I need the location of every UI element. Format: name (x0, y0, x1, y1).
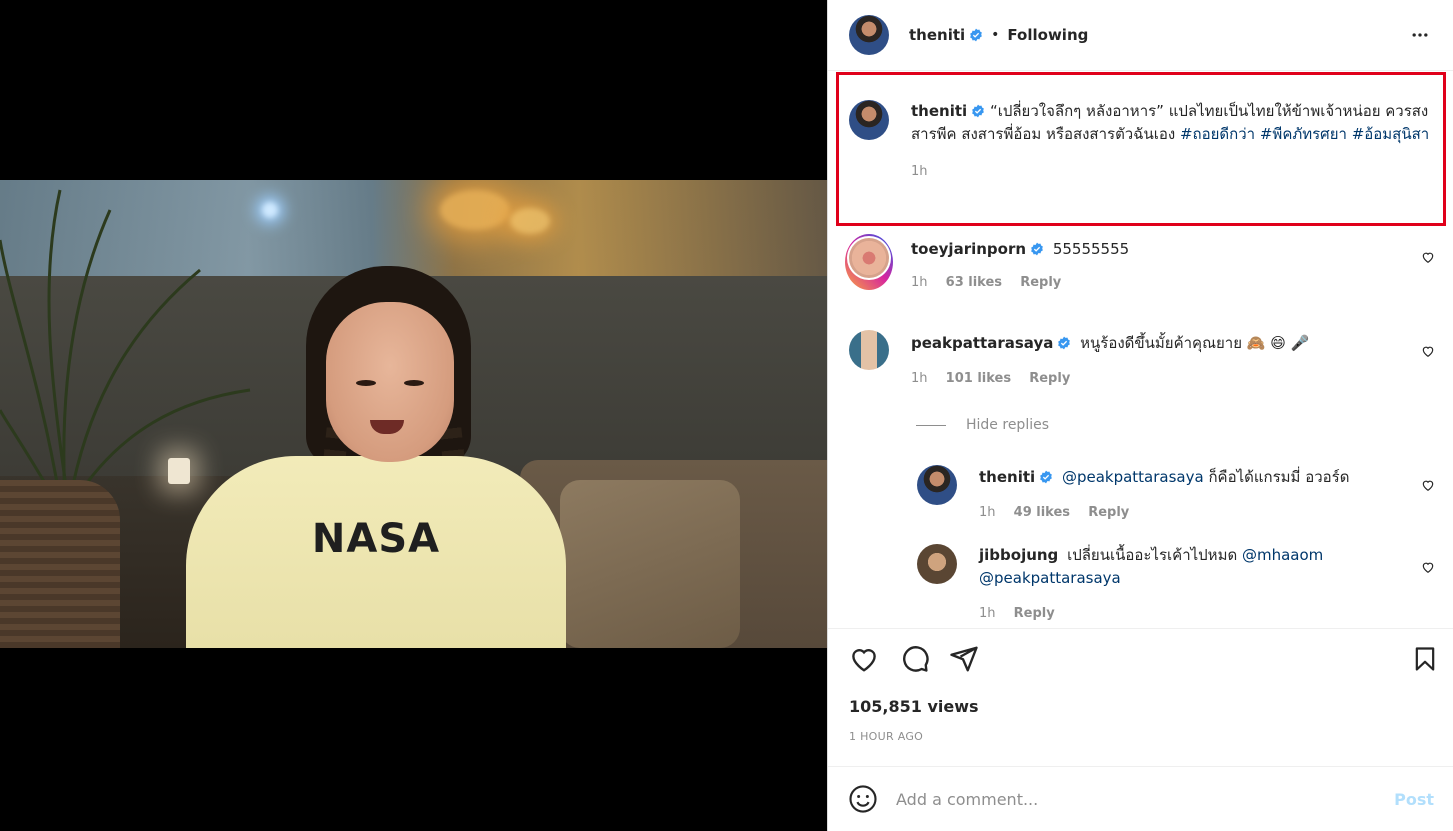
header-divider (828, 70, 1453, 71)
emoji-icon[interactable] (848, 784, 878, 814)
reply-text-block: theniti @peakpattarasaya ก็คือได้แกรมมี่… (979, 466, 1445, 489)
reply-scroll-clip: jibbojung เปลี่ยนเนื้ออะไรเค้าไปหมด @mha… (828, 540, 1453, 626)
reply-button[interactable]: Reply (1029, 371, 1070, 386)
hashtag-link[interactable]: #ถอยดีกว่า (1180, 125, 1255, 143)
post-header: theniti • Following (828, 0, 1453, 70)
hashtag-link[interactable]: #อ้อมสุนิสา (1352, 125, 1429, 143)
person-eye-right (404, 380, 424, 386)
video-pane[interactable]: NASA (0, 0, 827, 831)
comment-timestamp[interactable]: 1h (911, 275, 928, 290)
reply-item: jibbojung เปลี่ยนเนื้ออะไรเค้าไปหมด @mha… (917, 544, 1445, 621)
view-count[interactable]: 105,851 views (849, 697, 979, 716)
reply-meta: 1h Reply (979, 606, 1445, 621)
caption-text: “เปลี่ยวใจลึกๆ หลังอาหาร” แปลไทยเป็นไทยใ… (911, 102, 1429, 143)
reply-username[interactable]: jibbojung (979, 546, 1058, 564)
post-side-panel: theniti • Following theniti “เปลี่ยวใจลึ… (827, 0, 1453, 831)
post-comment-button[interactable]: Post (1394, 790, 1434, 809)
reply-button[interactable]: Reply (1020, 275, 1061, 290)
reply-text-block: jibbojung เปลี่ยนเนื้ออะไรเค้าไปหมด @mha… (979, 544, 1445, 590)
commenter-avatar[interactable] (849, 238, 889, 278)
sofa-cushion (560, 480, 740, 648)
commenter-avatar[interactable] (849, 330, 889, 370)
add-comment-bar: Post (828, 766, 1453, 831)
mention-link[interactable]: @mhaaom (1242, 546, 1323, 564)
caption-meta: 1h (911, 164, 1439, 179)
reply-likes[interactable]: 49 likes (1014, 505, 1070, 520)
person-mouth (370, 420, 404, 434)
replier-avatar[interactable] (917, 465, 957, 505)
reply-item: theniti @peakpattarasaya ก็คือได้แกรมมี่… (917, 465, 1445, 520)
verified-badge-icon (1058, 336, 1071, 350)
following-button[interactable]: Following (1007, 26, 1088, 44)
comment-text-block: toeyjarinporn 55555555 (911, 238, 1445, 261)
verified-badge-icon (1040, 470, 1052, 484)
caption-text-block: theniti “เปลี่ยวใจลึกๆ หลังอาหาร” แปลไทย… (911, 100, 1439, 146)
comment-timestamp[interactable]: 1h (911, 371, 928, 386)
caption-username[interactable]: theniti (911, 102, 967, 120)
reply-text: เปลี่ยนเนื้ออะไรเค้าไปหมด (1067, 546, 1238, 564)
share-send-icon[interactable] (949, 644, 979, 674)
hide-replies-line (916, 424, 946, 426)
comment-likes[interactable]: 101 likes (946, 371, 1011, 386)
author-avatar[interactable] (849, 15, 889, 55)
plant-pot (0, 480, 120, 648)
comment-item: toeyjarinporn 55555555 1h 63 likes Reply (845, 234, 1445, 290)
verified-badge-icon (970, 28, 982, 42)
reply-timestamp[interactable]: 1h (979, 606, 996, 621)
person-figure: NASA (186, 266, 566, 648)
post-timestamp[interactable]: 1 HOUR AGO (849, 730, 923, 743)
verified-badge-icon (1031, 242, 1043, 256)
comment-input[interactable] (896, 789, 1376, 809)
actions-divider (828, 628, 1453, 629)
video-frame[interactable]: NASA (0, 180, 827, 648)
like-heart-icon[interactable] (849, 644, 879, 674)
header-separator: • (991, 27, 1000, 43)
caption-author-avatar[interactable] (849, 100, 889, 140)
bookmark-icon[interactable] (1411, 644, 1439, 674)
reply-text: ก็คือได้แกรมมี่ อวอร์ด (1208, 468, 1350, 486)
person-eye-left (356, 380, 376, 386)
like-comment-icon[interactable] (1421, 478, 1435, 492)
caption-timestamp[interactable]: 1h (911, 164, 928, 179)
video-light-2 (440, 190, 510, 230)
comment-username[interactable]: peakpattarasaya (911, 334, 1053, 352)
comment-text: หนูร้องดีขึ้นมั้ยค้าคุณยาย 🙈 😄 🎤 (1080, 334, 1310, 352)
reply-username[interactable]: theniti (979, 468, 1035, 486)
author-username[interactable]: theniti (909, 26, 965, 44)
like-comment-icon[interactable] (1421, 250, 1435, 264)
verified-badge-icon (972, 104, 984, 118)
comment-username[interactable]: toeyjarinporn (911, 240, 1026, 258)
like-comment-icon[interactable] (1421, 344, 1435, 358)
video-light-3 (510, 208, 550, 234)
hide-replies-label: Hide replies (966, 417, 1050, 433)
reply-button[interactable]: Reply (1014, 606, 1055, 621)
mention-link[interactable]: @peakpattarasaya (1062, 468, 1204, 486)
replier-avatar[interactable] (917, 544, 957, 584)
story-ring[interactable] (845, 234, 893, 290)
comment-bubble-icon[interactable] (900, 644, 930, 674)
comment-item: peakpattarasaya หนูร้องดีขึ้นมั้ยค้าคุณย… (849, 330, 1445, 386)
comment-text: 55555555 (1052, 240, 1130, 258)
more-horizontal-icon[interactable] (1410, 25, 1430, 45)
comment-likes[interactable]: 63 likes (946, 275, 1002, 290)
like-comment-icon[interactable] (1421, 560, 1435, 574)
reply-timestamp[interactable]: 1h (979, 505, 996, 520)
mention-link[interactable]: @peakpattarasaya (979, 569, 1121, 587)
hide-replies-button[interactable]: Hide replies (916, 417, 1049, 433)
video-light-1 (262, 202, 278, 218)
reply-meta: 1h 49 likes Reply (979, 505, 1445, 520)
shirt-logo-text: NASA (311, 516, 441, 562)
person-face (326, 302, 454, 462)
post-caption: theniti “เปลี่ยวใจลึกๆ หลังอาหาร” แปลไทย… (849, 100, 1439, 179)
comment-meta: 1h 101 likes Reply (911, 371, 1445, 386)
comment-meta: 1h 63 likes Reply (911, 275, 1445, 290)
reply-button[interactable]: Reply (1088, 505, 1129, 520)
comment-text-block: peakpattarasaya หนูร้องดีขึ้นมั้ยค้าคุณย… (911, 332, 1445, 355)
post-actions-bar (849, 644, 1439, 678)
hashtag-link[interactable]: #พีคภัทรศยา (1260, 125, 1347, 143)
